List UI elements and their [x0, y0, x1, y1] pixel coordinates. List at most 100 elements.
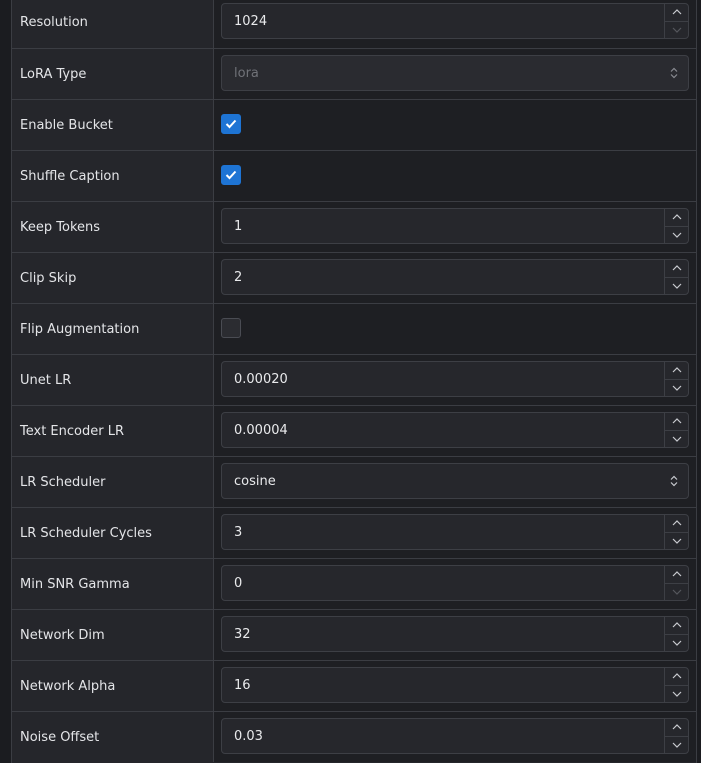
increment-button[interactable] — [665, 617, 688, 635]
setting-value-cell: 0.03 — [214, 712, 696, 762]
decrement-button[interactable] — [665, 686, 688, 703]
resolution-input[interactable]: 1024 — [221, 3, 689, 39]
setting-value-cell: 32 — [214, 610, 696, 660]
spinner — [664, 566, 688, 600]
setting-row-lora-type: LoRA Type lora — [12, 48, 696, 99]
setting-label: Enable Bucket — [12, 100, 214, 150]
setting-row-resolution: Resolution 1024 — [12, 0, 696, 48]
increment-button[interactable] — [665, 668, 688, 686]
chevron-down-icon — [672, 232, 681, 238]
chevron-down-icon — [672, 538, 681, 544]
setting-label: Network Alpha — [12, 661, 214, 711]
select-value: lora — [234, 65, 259, 81]
clip-skip-input[interactable]: 2 — [221, 259, 689, 295]
lr-scheduler-select[interactable]: cosine — [221, 463, 689, 499]
setting-row-network-dim: Network Dim 32 — [12, 609, 696, 660]
spinner — [664, 617, 688, 651]
setting-row-unet-lr: Unet LR 0.00020 — [12, 354, 696, 405]
setting-row-lr-scheduler: LR Scheduler cosine — [12, 456, 696, 507]
decrement-button[interactable] — [665, 635, 688, 652]
chevron-up-icon — [672, 418, 681, 424]
decrement-button[interactable] — [665, 431, 688, 448]
spinner — [664, 719, 688, 753]
setting-row-enable-bucket: Enable Bucket — [12, 99, 696, 150]
decrement-button[interactable] — [665, 227, 688, 244]
input-value[interactable]: 16 — [222, 668, 664, 702]
input-value[interactable]: 1024 — [222, 4, 664, 38]
chevron-up-icon — [672, 214, 681, 220]
chevron-down-icon — [672, 742, 681, 748]
setting-value-cell: 3 — [214, 508, 696, 558]
text-encoder-lr-input[interactable]: 0.00004 — [221, 412, 689, 448]
lr-scheduler-cycles-input[interactable]: 3 — [221, 514, 689, 550]
lora-type-select[interactable]: lora — [221, 55, 689, 91]
chevron-down-icon — [672, 385, 681, 391]
setting-row-min-snr-gamma: Min SNR Gamma 0 — [12, 558, 696, 609]
network-alpha-input[interactable]: 16 — [221, 667, 689, 703]
increment-button[interactable] — [665, 515, 688, 533]
decrement-button[interactable] — [665, 380, 688, 397]
increment-button[interactable] — [665, 413, 688, 431]
increment-button[interactable] — [665, 566, 688, 584]
noise-offset-input[interactable]: 0.03 — [221, 718, 689, 754]
setting-row-shuffle-caption: Shuffle Caption — [12, 150, 696, 201]
network-dim-input[interactable]: 32 — [221, 616, 689, 652]
setting-label: Text Encoder LR — [12, 406, 214, 456]
spinner — [664, 209, 688, 243]
setting-value-cell: 0.00020 — [214, 355, 696, 405]
setting-label: LR Scheduler Cycles — [12, 508, 214, 558]
decrement-button[interactable] — [665, 22, 688, 39]
setting-value-cell: 1 — [214, 202, 696, 252]
input-value[interactable]: 0.00004 — [222, 413, 664, 447]
setting-value-cell — [214, 100, 696, 150]
spinner — [664, 362, 688, 396]
chevron-up-icon — [672, 520, 681, 526]
spinner — [664, 515, 688, 549]
chevron-down-icon — [672, 640, 681, 646]
setting-label: Min SNR Gamma — [12, 559, 214, 609]
setting-label: Unet LR — [12, 355, 214, 405]
setting-label: Noise Offset — [12, 712, 214, 762]
setting-value-cell — [214, 151, 696, 201]
input-value[interactable]: 3 — [222, 515, 664, 549]
increment-button[interactable] — [665, 719, 688, 737]
setting-value-cell — [214, 304, 696, 354]
settings-panel: Resolution 1024 LoRA Type lora Enable Bu… — [11, 0, 697, 763]
increment-button[interactable] — [665, 4, 688, 22]
setting-label: Flip Augmentation — [12, 304, 214, 354]
chevron-up-icon — [672, 622, 681, 628]
enable-bucket-checkbox[interactable] — [221, 114, 241, 134]
decrement-button[interactable] — [665, 737, 688, 754]
flip-augmentation-checkbox[interactable] — [221, 318, 241, 338]
input-value[interactable]: 0 — [222, 566, 664, 600]
decrement-button[interactable] — [665, 584, 688, 601]
chevron-up-down-icon — [660, 67, 688, 79]
unet-lr-input[interactable]: 0.00020 — [221, 361, 689, 397]
shuffle-caption-checkbox[interactable] — [221, 165, 241, 185]
setting-value-cell: 2 — [214, 253, 696, 303]
setting-label: Keep Tokens — [12, 202, 214, 252]
chevron-up-icon — [672, 265, 681, 271]
input-value[interactable]: 0.03 — [222, 719, 664, 753]
chevron-up-icon — [672, 9, 681, 15]
input-value[interactable]: 1 — [222, 209, 664, 243]
decrement-button[interactable] — [665, 533, 688, 550]
increment-button[interactable] — [665, 209, 688, 227]
chevron-up-icon — [672, 673, 681, 679]
spinner — [664, 413, 688, 447]
input-value[interactable]: 2 — [222, 260, 664, 294]
increment-button[interactable] — [665, 260, 688, 278]
setting-row-network-alpha: Network Alpha 16 — [12, 660, 696, 711]
select-value: cosine — [234, 473, 276, 489]
setting-label: LoRA Type — [12, 49, 214, 99]
setting-row-clip-skip: Clip Skip 2 — [12, 252, 696, 303]
increment-button[interactable] — [665, 362, 688, 380]
keep-tokens-input[interactable]: 1 — [221, 208, 689, 244]
setting-label: Clip Skip — [12, 253, 214, 303]
decrement-button[interactable] — [665, 278, 688, 295]
setting-row-lr-scheduler-cycles: LR Scheduler Cycles 3 — [12, 507, 696, 558]
chevron-up-icon — [672, 367, 681, 373]
input-value[interactable]: 0.00020 — [222, 362, 664, 396]
min-snr-gamma-input[interactable]: 0 — [221, 565, 689, 601]
input-value[interactable]: 32 — [222, 617, 664, 651]
